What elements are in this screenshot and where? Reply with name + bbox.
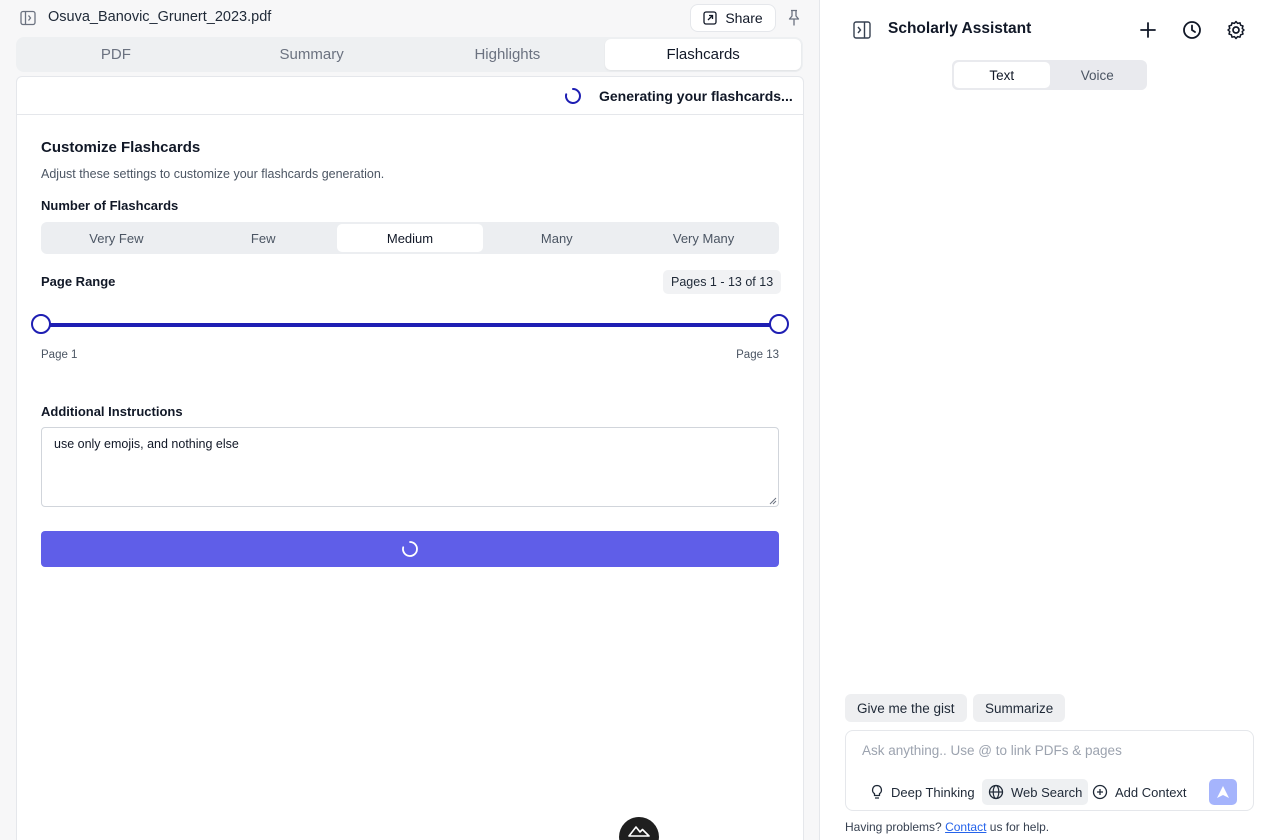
sidebar-toggle-icon[interactable] [20,10,36,26]
file-name: Osuva_Banovic_Grunert_2023.pdf [48,9,272,25]
count-option-very-few[interactable]: Very Few [43,224,190,252]
add-circle-icon [1092,784,1108,800]
mode-voice[interactable]: Voice [1050,62,1146,88]
history-icon[interactable] [1181,19,1203,41]
page-range-track[interactable] [41,323,779,327]
generate-button[interactable] [41,531,779,567]
lightbulb-icon [871,784,883,799]
tab-summary[interactable]: Summary [214,39,410,70]
loading-spinner-icon [565,88,581,104]
send-button[interactable] [1209,779,1237,805]
add-context-label: Add Context [1115,784,1187,800]
deep-thinking-toggle[interactable]: Deep Thinking [864,779,981,805]
instructions-field[interactable]: use only emojis, and nothing else [41,427,779,507]
help-prefix: Having problems? [845,820,942,834]
send-arrow-icon [1217,786,1229,798]
document-tabs: PDF Summary Highlights Flashcards [16,37,803,72]
chat-input[interactable] [862,743,1242,758]
suggestion-gist[interactable]: Give me the gist [845,694,967,722]
new-chat-icon[interactable] [1137,19,1159,41]
help-text: Having problems? Contact us for help. [845,820,1049,834]
share-button[interactable]: Share [690,4,776,32]
section-title: Customize Flashcards [41,139,201,156]
share-label: Share [725,10,763,26]
help-suffix: us for help. [989,820,1050,834]
flashcards-panel: Generating your flashcards... Customize … [16,76,804,840]
tab-pdf[interactable]: PDF [18,39,214,70]
count-option-few[interactable]: Few [190,224,337,252]
deep-thinking-label: Deep Thinking [891,784,975,800]
count-option-many[interactable]: Many [483,224,630,252]
range-end-label: Page 13 [736,349,779,361]
pin-icon[interactable] [786,9,802,27]
page-range-badge: Pages 1 - 13 of 13 [663,270,782,294]
mountain-logo-icon [628,826,650,837]
flashcard-count-selector: Very Few Few Medium Many Very Many [41,222,779,254]
range-end-handle[interactable] [769,314,789,334]
resize-grip-icon[interactable] [769,497,777,505]
assistant-title: Scholarly Assistant [888,20,1032,37]
settings-gear-icon[interactable] [1225,19,1247,41]
app-root: Osuva_Banovic_Grunert_2023.pdf Share PDF… [0,0,1278,840]
count-option-very-many[interactable]: Very Many [630,224,777,252]
chat-composer: Deep Thinking Web Search Add Context [845,730,1254,811]
document-topbar: Osuva_Banovic_Grunert_2023.pdf Share [0,0,820,36]
range-start-label: Page 1 [41,349,78,361]
share-icon [703,11,717,25]
mode-text[interactable]: Text [954,62,1050,88]
contact-link[interactable]: Contact [945,820,986,834]
count-option-medium[interactable]: Medium [336,224,484,252]
web-search-label: Web Search [1011,784,1083,800]
instructions-label: Additional Instructions [41,404,183,419]
tab-highlights[interactable]: Highlights [410,39,606,70]
page-range-label: Page Range [41,274,116,289]
globe-icon [988,784,1004,800]
web-search-toggle[interactable]: Web Search [982,779,1089,805]
add-context-button[interactable]: Add Context [1086,779,1193,805]
document-pane: Osuva_Banovic_Grunert_2023.pdf Share PDF… [0,0,820,840]
suggestion-summarize[interactable]: Summarize [973,694,1066,722]
status-text: Generating your flashcards... [599,88,793,104]
mode-toggle: Text Voice [952,60,1147,90]
assistant-pane: Scholarly Assistant Text Voice Give me t… [821,0,1278,840]
flashcard-count-label: Number of Flashcards [41,198,179,213]
section-subtitle: Adjust these settings to customize your … [41,167,385,181]
button-spinner-icon [402,541,418,557]
tab-flashcards[interactable]: Flashcards [605,39,801,70]
generation-status: Generating your flashcards... [17,77,803,115]
collapse-panel-icon[interactable] [853,21,871,39]
range-start-handle[interactable] [31,314,51,334]
